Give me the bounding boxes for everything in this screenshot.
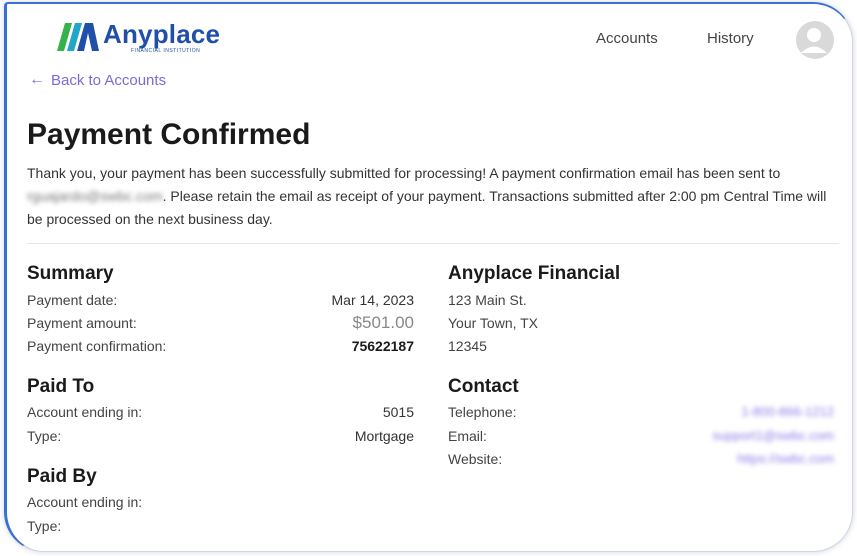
telephone-link[interactable]: 1-800-866-1212 — [741, 404, 834, 419]
paid-by-account-label: Account ending in: — [27, 494, 143, 510]
address-line-2: Your Town, TX — [448, 315, 539, 331]
nav-history[interactable]: History — [707, 30, 754, 47]
brand-logo[interactable]: Anyplace FINANCIAL INSTITUTION — [55, 21, 220, 54]
confirmation-message: Thank you, your payment has been success… — [27, 162, 839, 231]
paid-to-type-value: Mortgage — [354, 428, 414, 444]
payment-confirmation-value: 75622187 — [351, 338, 414, 354]
email-label: Email: — [448, 428, 487, 444]
payment-confirmation-label: Payment confirmation: — [27, 338, 167, 354]
app-window: Anyplace FINANCIAL INSTITUTION Accounts … — [4, 2, 853, 552]
paid-to-account-label: Account ending in: — [27, 404, 143, 420]
address-line-1: 123 Main St. — [448, 292, 527, 308]
paid-by-heading: Paid By — [27, 466, 97, 487]
payment-date-value: Mar 14, 2023 — [331, 292, 415, 308]
summary-heading: Summary — [27, 263, 114, 284]
telephone-label: Telephone: — [448, 404, 517, 420]
payment-date-label: Payment date: — [27, 292, 118, 308]
back-to-accounts-link[interactable]: ← Back to Accounts — [29, 71, 166, 89]
institution-heading: Anyplace Financial — [448, 263, 621, 284]
payment-amount-value: $501.00 — [352, 313, 414, 332]
contact-heading: Contact — [448, 376, 519, 397]
logo-name: Anyplace — [103, 19, 221, 49]
email-link[interactable]: support1@swbc.com — [712, 428, 834, 443]
divider — [27, 243, 839, 244]
paid-by-type-label: Type: — [27, 518, 62, 534]
back-link-label: Back to Accounts — [51, 71, 167, 89]
logo-mark-icon — [57, 23, 99, 51]
user-avatar-icon[interactable] — [795, 20, 835, 60]
paid-to-type-label: Type: — [27, 428, 62, 444]
website-link[interactable]: https://swbc.com — [737, 451, 834, 466]
address-line-3: 12345 — [448, 338, 487, 354]
nav-accounts[interactable]: Accounts — [596, 30, 658, 47]
website-label: Website: — [448, 451, 503, 467]
paid-to-account-value: 5015 — [382, 404, 414, 420]
page-title: Payment Confirmed — [27, 118, 311, 151]
intro-text-1: Thank you, your payment has been success… — [27, 165, 781, 181]
arrow-left-icon: ← — [29, 71, 45, 88]
recipient-email: rguajardo@swbc.com — [27, 188, 163, 204]
payment-amount-label: Payment amount: — [27, 315, 137, 331]
paid-to-heading: Paid To — [27, 376, 95, 397]
